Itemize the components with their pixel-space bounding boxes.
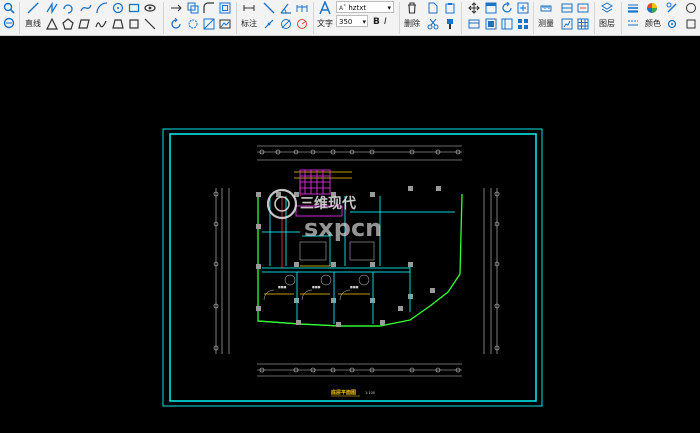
- polyline-icon[interactable]: [46, 2, 58, 14]
- parallelogram-icon[interactable]: [78, 18, 90, 30]
- freehand-icon[interactable]: [95, 18, 107, 30]
- settings-icon[interactable]: [666, 18, 678, 30]
- right-dimensions: [483, 188, 500, 354]
- left-dimensions: [213, 188, 230, 354]
- italic-button[interactable]: I: [384, 17, 387, 27]
- layout-icon[interactable]: [485, 18, 497, 30]
- chart-icon[interactable]: [561, 18, 573, 30]
- tiles-icon[interactable]: [517, 18, 529, 30]
- font-select[interactable]: A˚ hztxt ▾: [336, 1, 394, 13]
- top-dimensions: [257, 145, 462, 161]
- dimension-label[interactable]: 标注: [241, 19, 257, 29]
- linear-dim-icon[interactable]: [243, 2, 255, 14]
- arc-icon[interactable]: [96, 2, 108, 14]
- image-icon[interactable]: [219, 18, 231, 30]
- angle-dim-icon[interactable]: [280, 2, 292, 14]
- clipboard-icon[interactable]: [444, 2, 456, 14]
- arc-dim-icon[interactable]: [296, 18, 308, 30]
- layers-icon[interactable]: [601, 2, 613, 14]
- bold-button[interactable]: B: [373, 17, 380, 27]
- delete-label[interactable]: 删除: [404, 19, 420, 29]
- measure-icon[interactable]: [540, 2, 552, 14]
- refresh-icon[interactable]: [501, 2, 513, 14]
- draw-line-label[interactable]: 直线: [25, 19, 41, 29]
- room-labels: ■■■ ■■■ ■■■: [278, 285, 359, 289]
- grid-view-icon[interactable]: [468, 18, 480, 30]
- watermark-cn: 三维现代: [300, 195, 356, 212]
- font-value: hztxt: [348, 4, 367, 12]
- cad-drawing: ■■■ ■■■ ■■■ 三维现代 sxpcn 底层平面图 1:100: [162, 128, 543, 407]
- eye-icon[interactable]: [144, 2, 156, 14]
- cut-icon[interactable]: [427, 18, 439, 30]
- pentagon-icon[interactable]: [62, 18, 74, 30]
- zoom-icon[interactable]: [3, 2, 15, 14]
- window-icon[interactable]: [485, 2, 497, 14]
- watermark-en: sxpcn: [304, 214, 382, 242]
- paint-icon[interactable]: [444, 18, 456, 30]
- table-icon[interactable]: [577, 18, 589, 30]
- triangle-icon[interactable]: [46, 18, 58, 30]
- delete-icon[interactable]: [406, 2, 418, 14]
- svg-text:■■■: ■■■: [350, 285, 359, 289]
- text-size-select[interactable]: 350 ▾: [336, 15, 368, 27]
- dropper-icon[interactable]: [685, 2, 697, 14]
- bottom-dimensions: [257, 363, 462, 377]
- diameter-dim-icon[interactable]: [280, 18, 292, 30]
- undo-arc-icon[interactable]: [62, 2, 74, 14]
- fullscreen-icon[interactable]: [517, 2, 529, 14]
- area-icon[interactable]: [561, 2, 573, 14]
- lineweight-icon[interactable]: [627, 2, 639, 14]
- diagonal-line-icon[interactable]: [144, 18, 156, 30]
- line-icon[interactable]: [27, 2, 39, 14]
- fillet-icon[interactable]: [203, 2, 215, 14]
- text-icon[interactable]: [318, 1, 332, 15]
- continue-dim-icon[interactable]: [296, 2, 308, 14]
- move-icon[interactable]: [170, 2, 182, 14]
- drawing-scale: 1:100: [365, 391, 375, 395]
- scale-icon[interactable]: [203, 18, 215, 30]
- offset-icon[interactable]: [219, 2, 231, 14]
- ribbon-toolbar: 直线 标注 文字 A˚ hztxt ▾ 350 ▾ B I 删除 测量 图层 颜…: [0, 0, 700, 36]
- pan-icon[interactable]: [468, 2, 480, 14]
- page-icon[interactable]: [427, 2, 439, 14]
- color-label[interactable]: 颜色: [645, 19, 661, 29]
- zoom-extents-icon[interactable]: [3, 17, 15, 29]
- trapezoid-icon[interactable]: [112, 18, 124, 30]
- drawing-canvas[interactable]: ■■■ ■■■ ■■■ 三维现代 sxpcn 底层平面图 1:100: [0, 36, 700, 433]
- watermark: 三维现代 sxpcn: [266, 188, 382, 242]
- distance-icon[interactable]: [577, 2, 589, 14]
- property-icon[interactable]: [685, 18, 697, 30]
- font-prefix: A˚: [339, 5, 347, 12]
- rect-icon[interactable]: [128, 2, 140, 14]
- explode-icon[interactable]: [187, 18, 199, 30]
- text-size-value: 350: [339, 18, 353, 26]
- circle-icon[interactable]: [112, 2, 124, 14]
- spline-icon[interactable]: [80, 2, 92, 14]
- square-icon[interactable]: [128, 18, 140, 30]
- text-label[interactable]: 文字: [317, 19, 333, 29]
- chevron-down-icon[interactable]: ▾: [362, 16, 366, 28]
- chevron-down-icon[interactable]: ▾: [387, 2, 391, 14]
- svg-text:■■■: ■■■: [278, 285, 287, 289]
- fixtures: [263, 241, 375, 301]
- color-wheel-icon[interactable]: [646, 2, 658, 14]
- drawing-title: 底层平面图: [330, 389, 356, 396]
- copy-icon[interactable]: [187, 2, 199, 14]
- svg-text:■■■: ■■■: [312, 285, 321, 289]
- rotate-icon[interactable]: [170, 18, 182, 30]
- linetype-icon[interactable]: [627, 17, 639, 29]
- layer-label[interactable]: 图层: [599, 19, 615, 29]
- measure-label[interactable]: 测量: [538, 19, 554, 29]
- panel-icon[interactable]: [501, 18, 513, 30]
- match-icon[interactable]: [666, 2, 678, 14]
- radius-dim-icon[interactable]: [263, 18, 275, 30]
- aligned-dim-icon[interactable]: [263, 2, 275, 14]
